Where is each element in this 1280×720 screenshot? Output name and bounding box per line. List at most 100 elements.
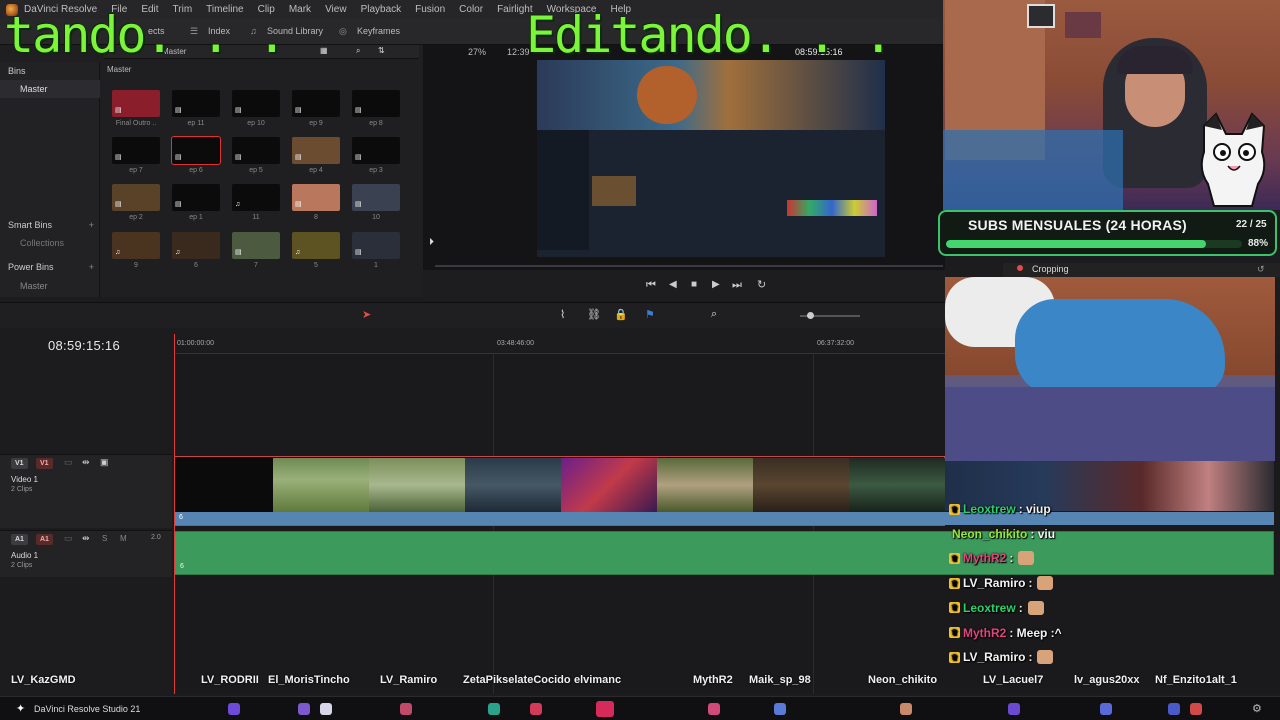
viewer-side-icon[interactable]: ⏵ [429,237,434,248]
media-clip[interactable]: ▤ ep 1 [172,184,220,224]
clip-thumbnail: ♫ [292,232,340,259]
mascot-image [637,66,697,124]
sort-icon[interactable]: ⇅ [378,46,385,55]
stop-icon[interactable]: ■ [691,279,697,290]
zoom-level[interactable]: 27% [468,47,486,57]
taskbar-app-icon[interactable] [228,703,240,715]
taskbar-app-icon[interactable] [1168,703,1180,715]
selection-tool-icon[interactable]: ➤ [362,308,371,321]
menu-view[interactable]: View [318,4,354,15]
taskbar-app-icon[interactable] [488,703,500,715]
taskbar-app-icon[interactable] [1008,703,1020,715]
video-track-header: V1 V1 ▭ ⇹ ▣ Video 1 2 Clips [0,454,172,528]
keyframe-icon: ◎ [339,26,347,36]
grid-view-icon[interactable]: ▦ [320,46,328,55]
clip-label: 8 [314,214,318,221]
flag-icon[interactable]: ⚑ [645,308,655,321]
clip-thumbnail: ▤ [172,184,220,211]
media-clip[interactable]: ▤ ep 3 [352,137,400,177]
audio-clip-icon: ♫ [295,249,301,256]
media-clip[interactable]: ▤ ep 6 [171,136,221,177]
taskbar-app-icon[interactable] [1190,703,1202,715]
media-clip[interactable]: ▤ Final Outro .. [112,90,160,130]
keyframes-button[interactable]: Keyframes [357,26,400,36]
media-clip[interactable]: ▤ ep 11 [172,90,220,130]
menu-fusion[interactable]: Fusion [408,4,452,15]
track-visibility-icon[interactable]: ▣ [100,457,109,468]
zoom-slider-handle[interactable] [807,312,814,319]
go-to-start-icon[interactable]: ⏮ [646,279,656,292]
inspector-header: Cropping ↺ [1003,263,1280,277]
power-bin-master[interactable]: Master [0,277,100,295]
search-icon[interactable]: ⌕ [356,46,360,56]
media-clip[interactable]: ♫ 11 [232,184,280,224]
media-clip[interactable]: ▤ ep 9 [292,90,340,130]
media-clip[interactable]: ▤ 8 [292,184,340,224]
reset-icon[interactable]: ↺ [1257,264,1265,275]
menu-mark[interactable]: Mark [282,4,318,15]
taskbar-app-icon[interactable] [900,703,912,715]
lock-track-icon[interactable]: ▭ [64,533,73,544]
track-destination-badge[interactable]: A1 [36,534,53,545]
clip-thumbnail: ▤ [292,184,340,211]
solo-button[interactable]: S [102,534,107,543]
track-source-badge[interactable]: V1 [11,458,28,469]
bin-master[interactable]: Master [0,80,100,98]
lock-track-icon[interactable]: ▭ [64,457,73,468]
media-clip[interactable]: ▤ ep 5 [232,137,280,177]
timeline-ruler[interactable]: 01:00:00:00 03:48:46:00 06:37:32:00 [174,334,945,354]
taskbar-app-icon-active[interactable] [596,701,614,717]
zoom-full-icon[interactable]: ⌕ [711,308,717,321]
clip-label: 7 [254,262,258,269]
media-clip[interactable]: ♫ 5 [292,232,340,272]
play-icon[interactable]: ▶ [712,279,720,290]
track-source-badge[interactable]: A1 [11,534,28,545]
link-count: 6 [179,514,183,521]
steam-game-thumb [592,176,636,206]
mute-button[interactable]: M [120,534,127,543]
auto-select-icon[interactable]: ⇹ [82,457,90,468]
go-to-end-icon[interactable]: ⏭ [732,279,742,292]
viewer-name: LV_RODRII [201,674,259,686]
chat-badge-icon: ♛ [949,503,960,515]
media-clip[interactable]: ▤ 7 [232,232,280,272]
subs-goal-count: 22 / 25 [1236,219,1267,230]
taskbar-app-icon[interactable] [400,703,412,715]
viewer-frame [537,60,885,257]
taskbar-app-icon[interactable] [320,703,332,715]
track-destination-badge[interactable]: V1 [36,458,53,469]
media-clip[interactable]: ▤ 10 [352,184,400,224]
loop-icon[interactable]: ↻ [757,278,766,291]
media-clip[interactable]: ▤ ep 7 [112,137,160,177]
add-smart-bin-icon[interactable]: + [89,216,94,234]
clip-label: 5 [314,262,318,269]
menu-playback[interactable]: Playback [354,4,409,15]
add-power-bin-icon[interactable]: + [89,258,94,276]
media-clip[interactable]: ♫ 6 [172,232,220,272]
auto-select-icon[interactable]: ⇹ [82,533,90,544]
cropping-enable-dot[interactable] [1017,265,1023,271]
taskbar-app-icon[interactable] [774,703,786,715]
media-clip[interactable]: ▤ ep 4 [292,137,340,177]
playhead[interactable] [174,334,175,694]
snapping-icon[interactable]: ⌇ [560,308,565,321]
taskbar-app-icon[interactable] [530,703,542,715]
chat-text: : [1028,576,1033,591]
taskbar-app-label[interactable]: DaVinci Resolve Studio 21 [34,704,140,714]
taskbar-app-icon[interactable] [298,703,310,715]
resolve-taskbar-icon[interactable]: ✦ [16,702,25,715]
media-clip[interactable]: ▤ ep 2 [112,184,160,224]
taskbar-app-icon[interactable] [708,703,720,715]
lock-icon[interactable]: 🔒 [614,308,628,321]
scrub-bar[interactable] [435,265,943,267]
bin-collections[interactable]: Collections [0,234,100,252]
menu-color[interactable]: Color [452,4,490,15]
play-reverse-icon[interactable]: ◀ [669,279,677,290]
taskbar-app-icon[interactable] [1100,703,1112,715]
media-clip[interactable]: ♫ 9 [112,232,160,272]
media-clip[interactable]: ▤ ep 8 [352,90,400,130]
gear-icon[interactable]: ⚙ [1252,702,1262,715]
media-clip[interactable]: ▤ ep 10 [232,90,280,130]
media-clip[interactable]: ▤ 1 [352,232,400,272]
link-icon[interactable]: ⛓ [587,308,601,321]
